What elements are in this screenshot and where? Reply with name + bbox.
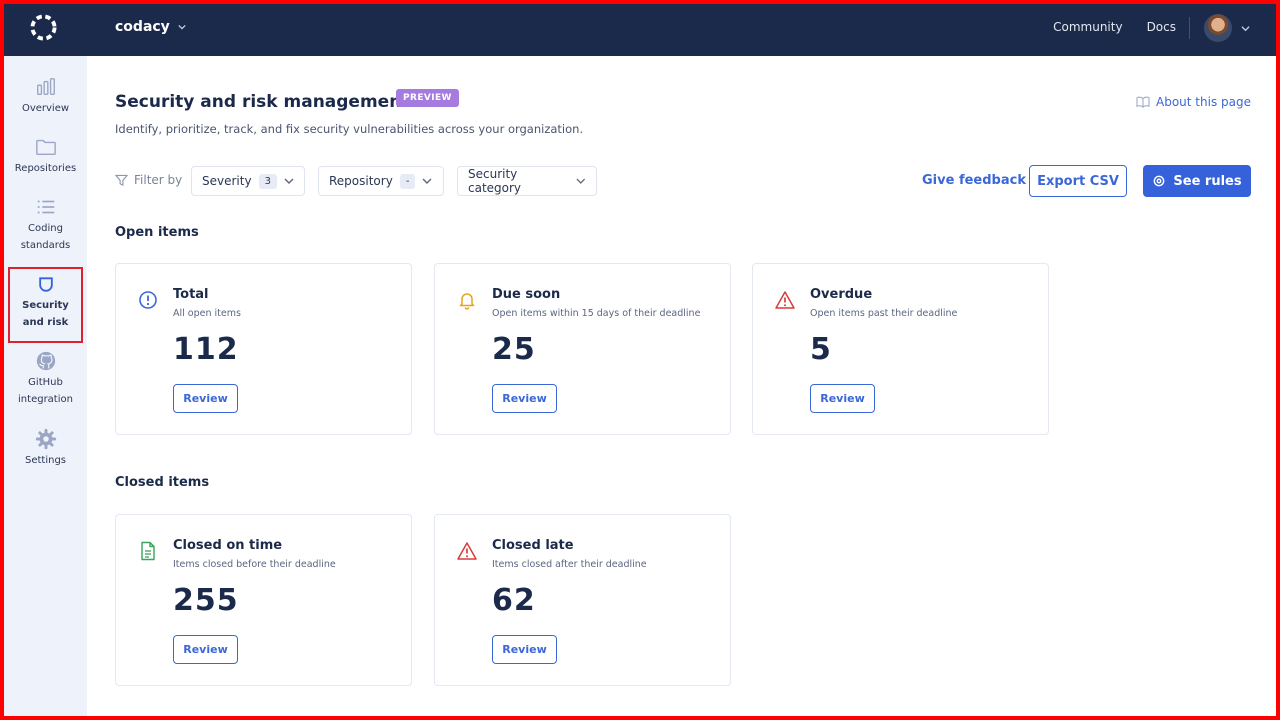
see-rules-button[interactable]: See rules <box>1143 165 1251 197</box>
review-button[interactable]: Review <box>173 635 238 664</box>
sidebar-item-label: Overview <box>21 103 70 114</box>
bell-icon <box>459 293 475 310</box>
closed-late-card: Closed late Items closed after their dea… <box>434 514 731 686</box>
document-icon <box>141 541 155 561</box>
chevron-down-icon <box>284 178 294 184</box>
topbar-divider <box>1189 17 1190 39</box>
warning-triangle-icon <box>775 291 795 309</box>
book-icon <box>1136 96 1150 108</box>
warning-triangle-icon <box>457 542 477 560</box>
card-description: Open items past their deadline <box>810 308 958 319</box>
repository-filter-label: Repository <box>329 174 393 188</box>
chevron-down-icon <box>178 24 186 30</box>
main-content: Security and risk management PREVIEW Abo… <box>87 56 1280 720</box>
about-this-page-label: About this page <box>1156 95 1251 109</box>
card-value: 62 <box>492 583 536 618</box>
card-value: 255 <box>173 583 239 618</box>
card-title: Closed late <box>492 538 574 553</box>
card-title: Overdue <box>810 287 873 302</box>
total-card: Total All open items 112 Review <box>115 263 412 435</box>
codacy-logo-icon[interactable] <box>29 13 58 42</box>
bar-chart-icon <box>36 78 55 96</box>
chevron-down-icon <box>576 178 586 184</box>
user-avatar[interactable] <box>1204 14 1232 42</box>
export-csv-button[interactable]: Export CSV <box>1029 165 1127 197</box>
organization-name: codacy <box>115 19 170 35</box>
repository-filter-dropdown[interactable]: Repository - <box>318 166 444 196</box>
list-icon <box>37 200 54 214</box>
sidebar-item-label: Repositories <box>14 163 77 174</box>
sidebar-item-label: GitHub integration <box>18 377 73 405</box>
preview-badge: PREVIEW <box>396 89 459 107</box>
overdue-card: Overdue Open items past their deadline 5… <box>752 263 1049 435</box>
card-description: Items closed before their deadline <box>173 559 336 570</box>
due-soon-card: Due soon Open items within 15 days of th… <box>434 263 731 435</box>
severity-filter-dropdown[interactable]: Severity 3 <box>191 166 305 196</box>
sidebar-item-label: Security and risk <box>22 300 69 328</box>
card-value: 25 <box>492 332 536 367</box>
sidebar-item-label: Coding standards <box>20 223 71 251</box>
sidebar: Overview Repositories Coding standards S… <box>4 56 87 716</box>
filter-by-text: Filter by <box>134 173 183 187</box>
card-title: Total <box>173 287 209 302</box>
severity-filter-count: 3 <box>258 173 277 189</box>
community-link[interactable]: Community <box>1053 20 1122 34</box>
card-description: Open items within 15 days of their deadl… <box>492 308 701 319</box>
chevron-down-icon[interactable] <box>1241 24 1250 33</box>
docs-link[interactable]: Docs <box>1147 20 1176 34</box>
see-rules-label: See rules <box>1173 173 1242 189</box>
github-icon <box>36 351 55 371</box>
info-circle-icon <box>139 291 157 309</box>
card-description: All open items <box>173 308 241 319</box>
sidebar-item-repositories[interactable]: Repositories <box>8 136 83 177</box>
sidebar-item-settings[interactable]: Settings <box>8 428 83 469</box>
open-items-heading: Open items <box>115 225 199 240</box>
review-button[interactable]: Review <box>173 384 238 413</box>
gear-icon <box>35 428 56 450</box>
review-button[interactable]: Review <box>492 635 557 664</box>
shield-icon <box>38 277 53 292</box>
give-feedback-link[interactable]: Give feedback <box>922 173 1026 188</box>
filter-icon <box>115 174 128 186</box>
card-value: 5 <box>810 332 832 367</box>
sidebar-item-coding-standards[interactable]: Coding standards <box>8 196 83 254</box>
security-category-filter-dropdown[interactable]: Security category <box>457 166 597 196</box>
sidebar-item-label: Settings <box>24 455 66 466</box>
card-title: Closed on time <box>173 538 283 553</box>
severity-filter-label: Severity <box>202 174 252 188</box>
sidebar-item-overview[interactable]: Overview <box>8 76 83 117</box>
card-value: 112 <box>173 332 239 367</box>
review-button[interactable]: Review <box>492 384 557 413</box>
sidebar-item-github-integration[interactable]: GitHub integration <box>8 350 83 408</box>
chevron-down-icon <box>422 178 432 184</box>
organization-switcher[interactable]: codacy <box>115 19 186 35</box>
repository-filter-count: - <box>399 173 416 189</box>
sidebar-item-security[interactable]: Security and risk <box>8 267 83 343</box>
closed-on-time-card: Closed on time Items closed before their… <box>115 514 412 686</box>
security-category-filter-label: Security category <box>468 167 522 195</box>
review-button[interactable]: Review <box>810 384 875 413</box>
gear-icon <box>1154 175 1165 187</box>
filter-by-label: Filter by <box>115 173 182 187</box>
closed-items-heading: Closed items <box>115 475 210 490</box>
page-subtitle: Identify, prioritize, track, and fix sec… <box>115 122 584 136</box>
folder-icon <box>35 139 56 156</box>
top-navigation-bar: codacy Community Docs <box>0 0 1280 56</box>
about-this-page-link[interactable]: About this page <box>1136 95 1251 109</box>
card-title: Due soon <box>492 287 561 302</box>
page-title: Security and risk management <box>115 92 410 112</box>
card-description: Items closed after their deadline <box>492 559 647 570</box>
